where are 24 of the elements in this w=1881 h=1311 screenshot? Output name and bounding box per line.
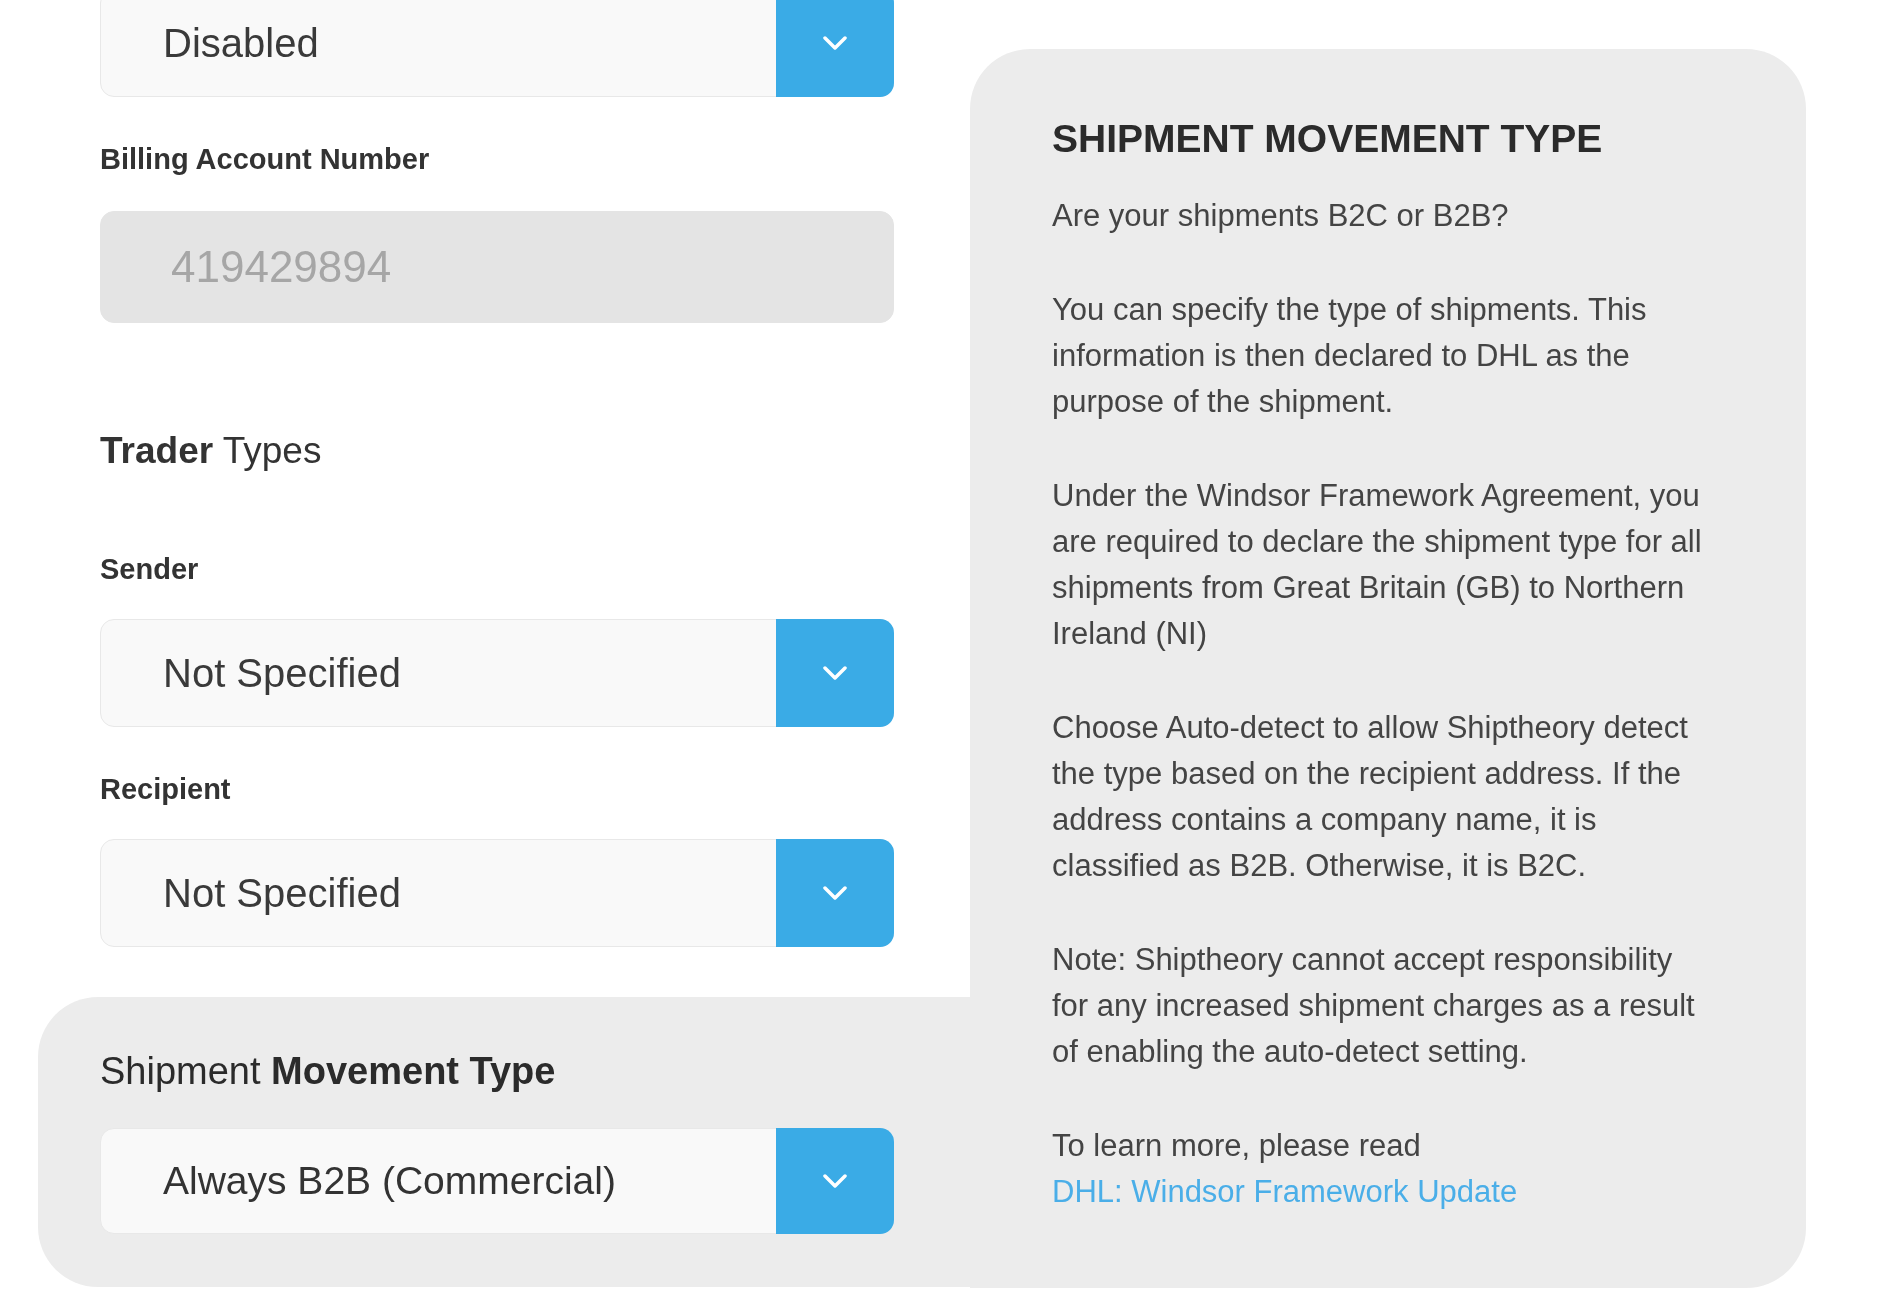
help-text: Note: Shiptheory cannot accept responsibility for any increased shipment charges as a result of enabling the auto-detect setting. bbox=[1052, 941, 1696, 1071]
select-field[interactable]: Always B2B (Commercial) bbox=[100, 1128, 894, 1234]
dropdown-button[interactable] bbox=[776, 619, 894, 727]
section-heading: Trader Types bbox=[100, 429, 322, 473]
select-field[interactable]: Not Specified bbox=[100, 619, 894, 727]
help-text: You can specify the type of shipments. This information is then declared to DHL as the purpose of the shipment. bbox=[1052, 291, 1648, 421]
chevron-down-icon bbox=[823, 886, 847, 900]
dropdown-button[interactable] bbox=[776, 1128, 894, 1234]
dropdown-button[interactable] bbox=[776, 839, 894, 947]
field-label: Recipient bbox=[100, 772, 231, 807]
dropdown-button[interactable] bbox=[776, 0, 894, 97]
section-heading: Shipment Movement Type bbox=[100, 1049, 556, 1094]
chevron-down-icon bbox=[823, 36, 847, 50]
help-text: Are your shipments B2C or B2B? bbox=[1052, 197, 1510, 235]
help-text: Choose Auto-detect to allow Shiptheory detect the type based on the recipient address. If the address contains a company name, it is classified as B2B. Otherwise, it is B2C. bbox=[1052, 709, 1689, 885]
help-title: SHIPMENT MOVEMENT TYPE bbox=[1052, 117, 1604, 161]
chevron-down-icon bbox=[823, 1174, 847, 1188]
help-text: Under the Windsor Framework Agreement, you are required to declare the shipment type for all shipments from Great Britain (GB) to Northern Ireland (NI) bbox=[1052, 477, 1703, 653]
help-text: To learn more, please read DHL: Windsor Framework Update bbox=[1052, 1127, 1519, 1211]
field-label: Sender bbox=[100, 552, 199, 587]
select-field[interactable]: Disabled bbox=[100, 0, 894, 97]
chevron-down-icon bbox=[823, 666, 847, 680]
field-label: Billing Account Number bbox=[100, 142, 430, 177]
select-field[interactable]: Not Specified bbox=[100, 839, 894, 947]
